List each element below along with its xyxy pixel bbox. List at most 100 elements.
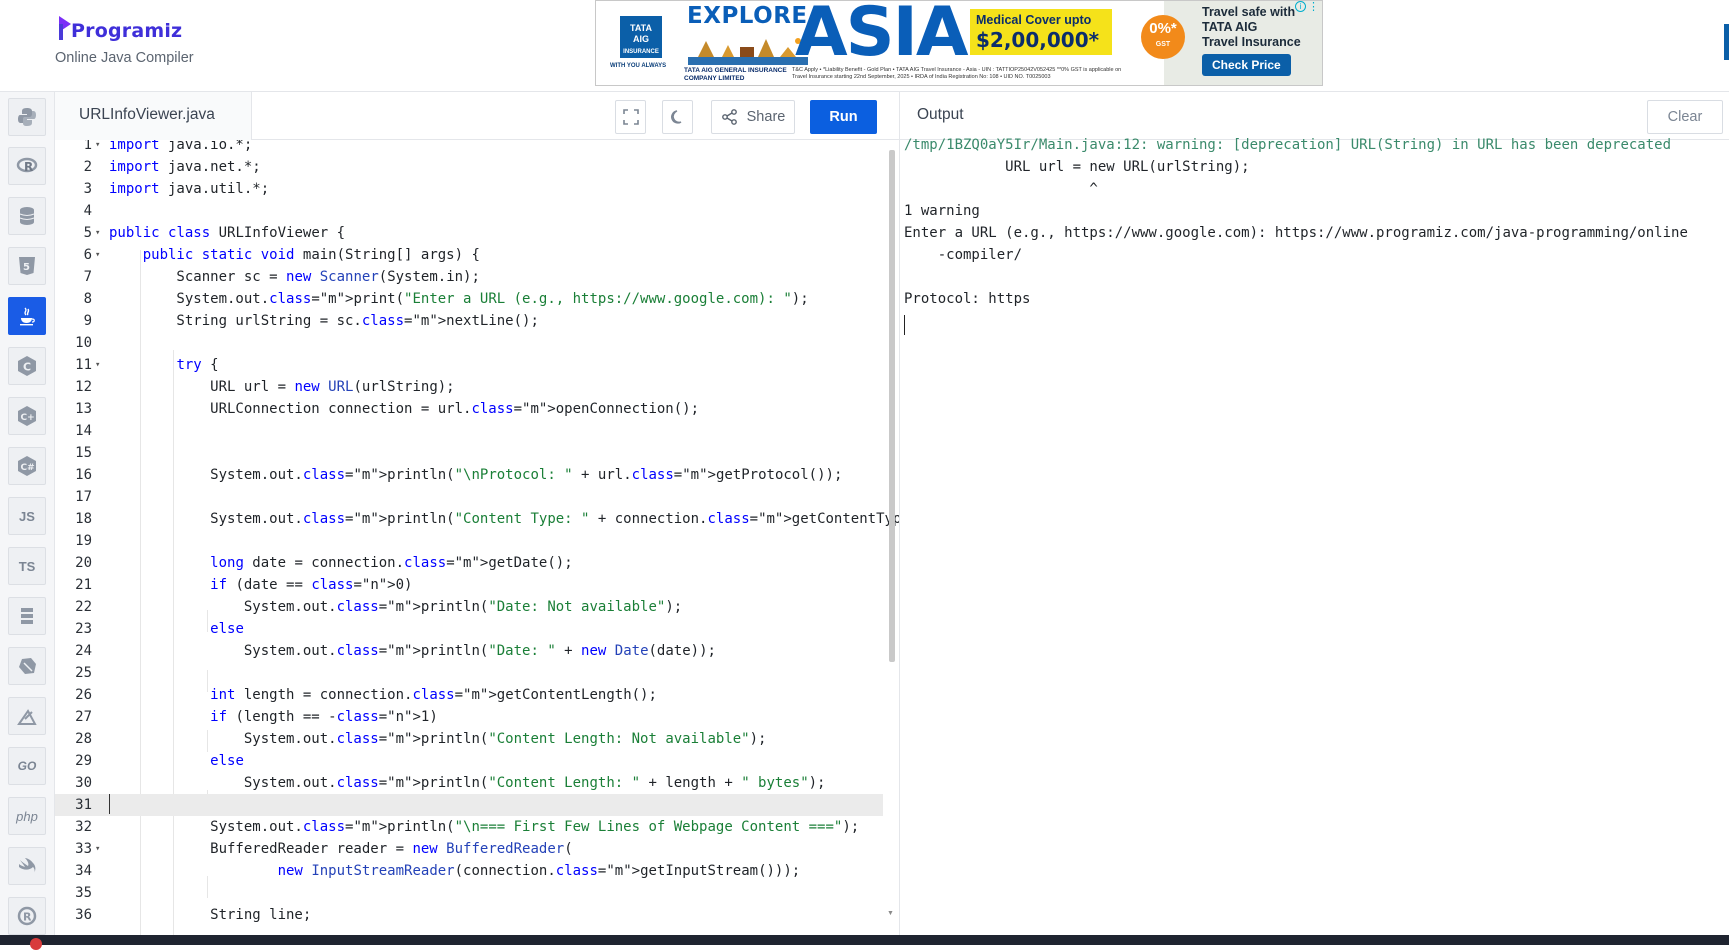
code-line[interactable]: 2 import java.net.*; [55,156,883,178]
dark-mode-toggle[interactable] [662,100,693,134]
fold-toggle-icon[interactable]: ▾ [95,222,103,244]
code-line[interactable]: 14 [55,420,883,442]
fullscreen-button[interactable] [615,100,646,134]
code-line[interactable]: 29 else [55,750,883,772]
ad-banner[interactable]: TATA AIG INSURANCE WITH YOU ALWAYS EXPLORE… [595,0,1323,86]
code-line[interactable]: 8 System.out.class="m">print("Enter a UR… [55,288,883,310]
go-icon[interactable]: GO [8,747,46,785]
r-language-icon[interactable]: R [8,147,46,185]
output-line: ^ [904,181,1098,197]
output-line: Protocol: https [904,291,1031,307]
code-line[interactable]: 20 long date = connection.class="m">getD… [55,552,883,574]
php-icon[interactable]: php [8,797,46,835]
code-line[interactable]: 24 System.out.class="m">println("Date: "… [55,640,883,662]
code-line[interactable]: 31 [55,794,883,816]
ad-medical-line2: $2,00,000* [976,28,1100,52]
file-tab[interactable]: URLInfoViewer.java [55,92,252,140]
code-line[interactable]: 13 URLConnection connection = url.class=… [55,398,883,420]
code-line[interactable]: 1 ▾ import java.io.*; [55,140,883,156]
c-language-icon[interactable]: C [8,347,46,385]
code-line[interactable]: 18 System.out.class="m">println("Content… [55,508,899,530]
code-line[interactable]: 30 System.out.class="m">println("Content… [55,772,883,794]
ad-medical-box: Medical Cover upto $2,00,000* [970,9,1112,55]
csharp-icon[interactable]: C# [8,447,46,485]
ad-right-line3: Travel Insurance [1202,35,1301,49]
code-line[interactable]: 9 String urlString = sc.class="m">nextLi… [55,310,883,332]
code-line[interactable]: 21 if (date == class="n">0) [55,574,883,596]
code-line[interactable]: 19 [55,530,883,552]
code-line[interactable]: 23 else [55,618,883,640]
code-line[interactable]: 7 Scanner sc = new Scanner(System.in); [55,266,883,288]
code-line[interactable]: 4 [55,200,883,222]
line-number: 2 [83,159,92,175]
code-line[interactable]: 22 System.out.class="m">println("Date: N… [55,596,883,618]
taskbar-app-icon[interactable] [30,938,42,950]
code-text: System.out.class="m">println("Date: Not … [109,599,683,615]
programiz-logo[interactable]: Programiz [56,14,182,42]
code-line[interactable]: 6 ▾ public static void main(String[] args… [55,244,883,266]
line-number: 23 [75,621,92,637]
code-text: public static void main(String[] args) { [142,247,480,263]
code-line[interactable]: 26 int length = connection.class="m">get… [55,684,883,706]
language-sidebar: R 5 C C+ C# JS TS GO php R [0,92,55,935]
code-line[interactable]: 27 if (length == -class="n">1) [55,706,883,728]
rust-icon[interactable]: R [8,897,46,935]
fold-toggle-icon[interactable]: ▾ [95,140,103,156]
javascript-label: JS [19,508,35,524]
run-button[interactable]: Run [810,100,877,134]
ad-gst-label: GST [1155,41,1171,48]
code-editor[interactable]: 1 ▾ import java.io.*; 2 import java.net.*; 3 i… [55,140,899,935]
kotlin-icon[interactable] [8,697,46,735]
code-line[interactable]: 25 [55,662,883,684]
output-header: Output Clear [899,92,1729,140]
sql-database-icon[interactable] [8,197,46,235]
line-number: 6 [83,247,92,263]
code-line[interactable]: 10 [55,332,883,354]
line-number: 28 [75,731,92,747]
cpp-icon[interactable]: C+ [8,397,46,435]
code-line[interactable]: 11 ▾ try { [55,354,883,376]
line-number: 13 [75,401,92,417]
javascript-icon[interactable]: JS [8,497,46,535]
ad-check-price-button[interactable]: Check Price [1202,54,1291,76]
share-button[interactable]: Share [711,100,795,134]
code-line[interactable]: 28 System.out.class="m">println("Content… [55,728,883,750]
code-line[interactable]: 32 System.out.class="m">println("\n=== F… [55,816,883,838]
share-icon [721,109,737,125]
output-console[interactable]: /tmp/1BZQ0aY5Ir/Main.java:12: warning: [… [899,137,1729,935]
line-number: 33 [75,841,92,857]
fold-toggle-icon[interactable]: ▾ [95,838,103,860]
python-icon[interactable] [8,98,46,136]
scroll-down-arrow-icon[interactable]: ▼ [887,910,894,917]
ad-asia-text: ASIA [795,0,969,72]
code-line[interactable]: 16 System.out.class="m">println("\nProto… [55,464,883,486]
line-number: 31 [75,797,92,813]
code-line[interactable]: 12 URL url = new URL(urlString); [55,376,883,398]
code-line[interactable]: 17 [55,486,883,508]
code-text: if (length == -class="n">1) [210,709,438,725]
code-line[interactable]: 33 ▾ BufferedReader reader = new Buffered… [55,838,883,860]
code-text: System.out.class="m">println("Date: " + … [109,643,716,659]
editor-scrollbar[interactable] [889,150,895,662]
code-line[interactable]: 36 String line; [55,904,883,926]
tata-aig-logo: TATA AIG INSURANCE [620,16,662,58]
java-icon[interactable] [8,297,46,335]
code-line[interactable]: 34 new InputStreamReader(connection.clas… [55,860,883,882]
clear-button[interactable]: Clear [1647,100,1723,134]
code-line[interactable]: 35 [55,882,883,904]
code-line[interactable]: 5 ▾ public class URLInfoViewer { [55,222,883,244]
swift-icon[interactable] [8,847,46,885]
code-text: new InputStreamReader(connection.class="… [277,863,801,879]
fold-toggle-icon[interactable]: ▾ [95,354,103,376]
typescript-icon[interactable]: TS [8,547,46,585]
fold-toggle-icon[interactable]: ▾ [95,244,103,266]
html5-icon[interactable]: 5 [8,247,46,285]
dart-icon[interactable] [8,647,46,685]
stack-icon[interactable] [8,597,46,635]
code-text: long date = connection.class="m">getDate… [210,555,573,571]
ad-menu-icon[interactable]: ⋮ [1308,1,1319,13]
page-subtitle: Online Java Compiler [55,50,194,66]
ad-info-icon[interactable]: i [1295,1,1306,12]
code-line[interactable]: 3 import java.util.*; [55,178,883,200]
code-line[interactable]: 15 [55,442,883,464]
